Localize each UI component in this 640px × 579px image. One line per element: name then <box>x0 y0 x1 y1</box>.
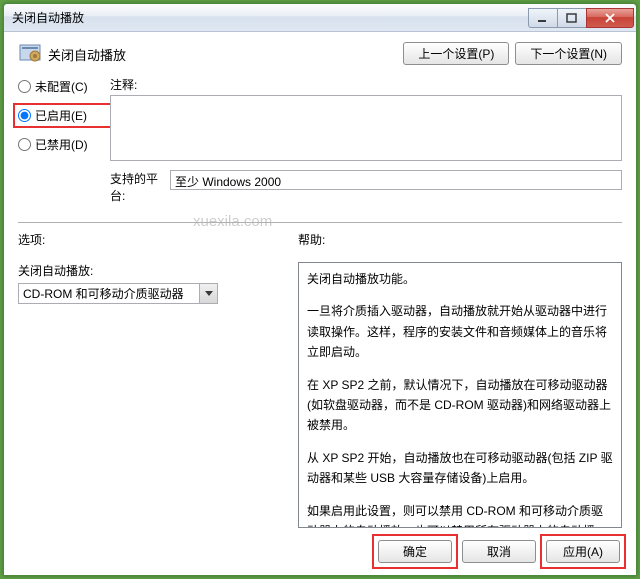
header-icon-title: 关闭自动播放 <box>18 42 403 66</box>
radio-not-configured-label: 未配置(C) <box>35 78 88 95</box>
policy-icon <box>18 42 42 66</box>
options-panel: 关闭自动播放: CD-ROM 和可移动介质驱动器 <box>18 262 288 528</box>
prev-setting-button[interactable]: 上一个设置(P) <box>403 42 509 65</box>
help-panel[interactable]: 关闭自动播放功能。 一旦将介质插入驱动器，自动播放就开始从驱动器中进行读取操作。… <box>298 262 622 528</box>
header-row: 关闭自动播放 上一个设置(P) 下一个设置(N) <box>18 42 622 66</box>
page-title: 关闭自动播放 <box>48 45 126 64</box>
radio-not-configured-input[interactable] <box>18 80 31 93</box>
radio-disabled[interactable]: 已禁用(D) <box>18 136 110 153</box>
apply-highlight: 应用(A) <box>540 534 626 569</box>
dropdown-label: 关闭自动播放: <box>18 262 288 279</box>
comment-section: 注释: 支持的平台: 至少 Windows 2000 <box>110 76 622 204</box>
dialog-content: 关闭自动播放 上一个设置(P) 下一个设置(N) 未配置(C) 已启用(E) <box>4 32 636 575</box>
dialog-window: 关闭自动播放 关闭自动播放 上一个设置(P) 下一个设置(N) 未配置(C) <box>3 3 637 576</box>
radio-enabled-input[interactable] <box>18 109 31 122</box>
titlebar: 关闭自动播放 <box>4 4 636 32</box>
platform-value: 至少 Windows 2000 <box>170 170 622 190</box>
dropdown-value: CD-ROM 和可移动介质驱动器 <box>23 285 184 302</box>
ok-button[interactable]: 确定 <box>378 540 452 563</box>
options-area: 未配置(C) 已启用(E) 已禁用(D) 注释: 支持的平台: 至少 Windo… <box>18 76 622 204</box>
radio-group: 未配置(C) 已启用(E) 已禁用(D) <box>18 76 110 204</box>
cancel-button[interactable]: 取消 <box>462 540 536 563</box>
autoplay-dropdown[interactable]: CD-ROM 和可移动介质驱动器 <box>18 283 218 304</box>
close-button[interactable] <box>586 8 634 28</box>
maximize-button[interactable] <box>557 8 587 28</box>
help-text: 一旦将介质插入驱动器，自动播放就开始从驱动器中进行读取操作。这样，程序的安装文件… <box>307 301 613 362</box>
next-setting-button[interactable]: 下一个设置(N) <box>515 42 622 65</box>
radio-not-configured[interactable]: 未配置(C) <box>18 78 110 95</box>
comment-textarea[interactable] <box>110 95 622 161</box>
ok-highlight: 确定 <box>372 534 458 569</box>
chevron-down-icon <box>199 284 217 303</box>
minimize-button[interactable] <box>528 8 558 28</box>
main-columns: 关闭自动播放: CD-ROM 和可移动介质驱动器 关闭自动播放功能。 一旦将介质… <box>18 262 622 528</box>
options-header: 选项: <box>18 231 298 248</box>
radio-enabled[interactable]: 已启用(E) <box>13 103 115 128</box>
comment-label: 注释: <box>110 76 622 93</box>
window-title: 关闭自动播放 <box>12 9 529 26</box>
nav-buttons: 上一个设置(P) 下一个设置(N) <box>403 42 622 65</box>
help-text: 从 XP SP2 开始，自动播放也在可移动驱动器(包括 ZIP 驱动器和某些 U… <box>307 448 613 489</box>
help-text: 如果启用此设置，则可以禁用 CD-ROM 和可移动介质驱动器上的自动播放，也可以… <box>307 501 613 528</box>
platform-label: 支持的平台: <box>110 170 170 204</box>
help-text: 在 XP SP2 之前，默认情况下，自动播放在可移动驱动器(如软盘驱动器，而不是… <box>307 375 613 436</box>
radio-disabled-label: 已禁用(D) <box>35 136 88 153</box>
help-text: 关闭自动播放功能。 <box>307 269 613 289</box>
radio-disabled-input[interactable] <box>18 138 31 151</box>
columns-header: 选项: 帮助: <box>18 231 622 248</box>
radio-enabled-label: 已启用(E) <box>35 107 87 124</box>
footer-buttons: 确定 取消 应用(A) <box>18 528 622 565</box>
divider <box>18 222 622 223</box>
help-header: 帮助: <box>298 231 622 248</box>
apply-button[interactable]: 应用(A) <box>546 540 620 563</box>
window-controls <box>529 8 634 28</box>
